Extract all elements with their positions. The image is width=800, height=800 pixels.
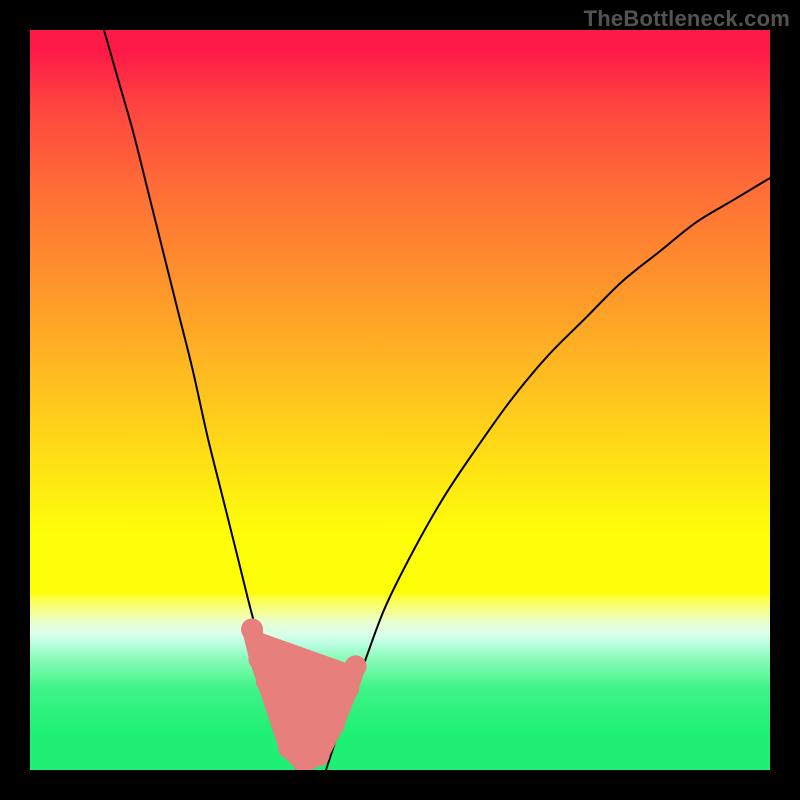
plot-gradient-background [30, 30, 770, 770]
watermark-text: TheBottleneck.com [584, 6, 790, 32]
chart-container: TheBottleneck.com [0, 0, 800, 800]
